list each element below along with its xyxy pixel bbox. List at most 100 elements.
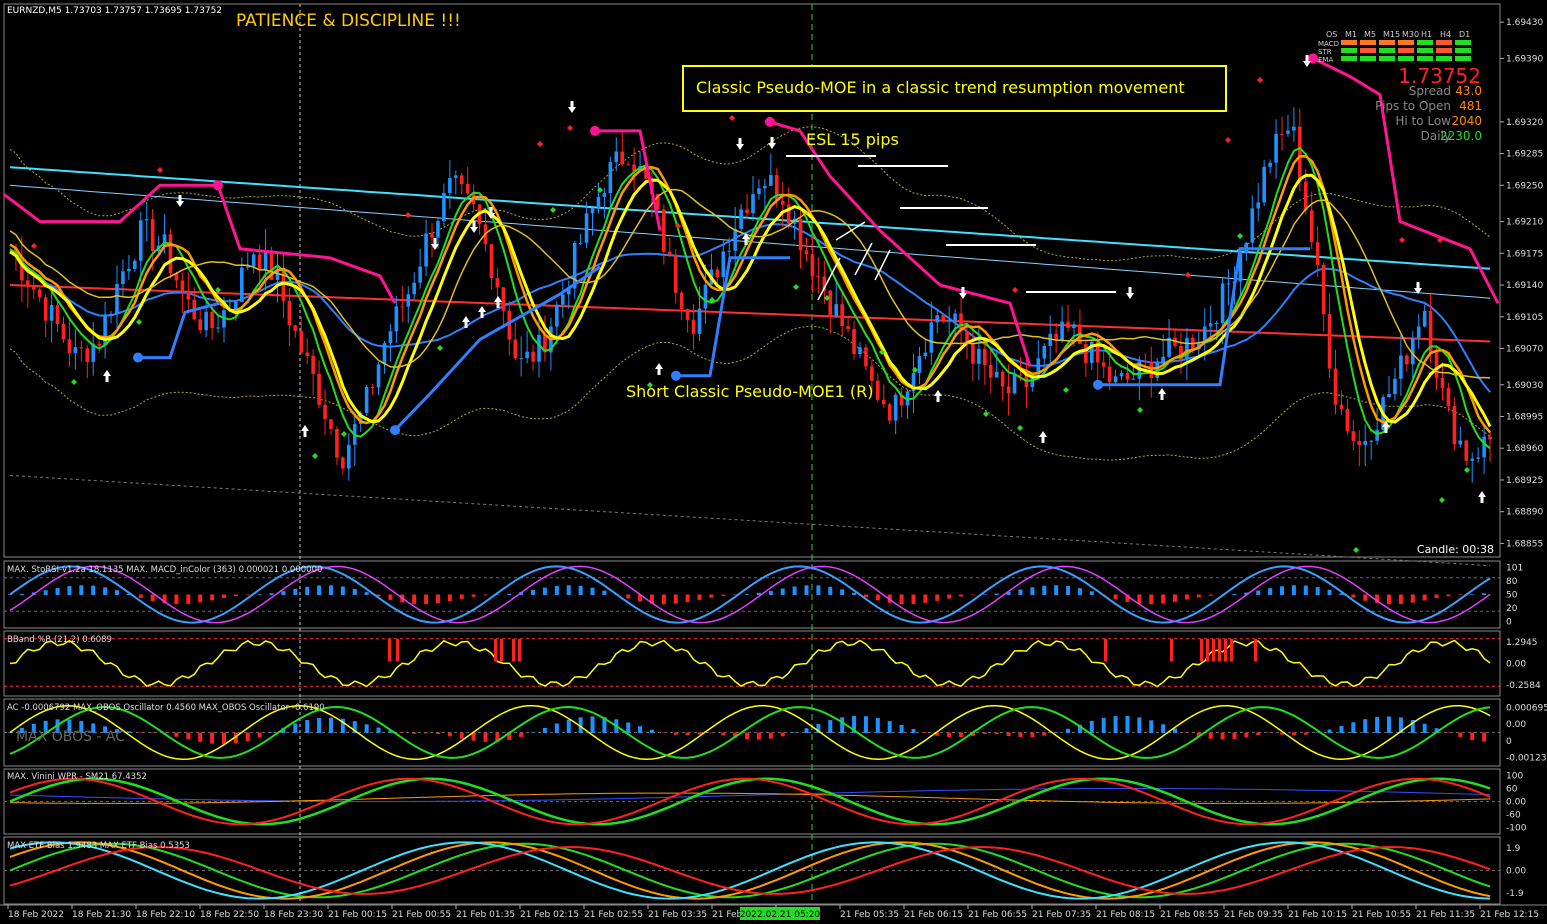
candle-body [757, 188, 761, 195]
y-tick-label: 1.69140 [1506, 281, 1543, 291]
candle-body [1434, 351, 1439, 378]
macd-histogram-bar [745, 594, 750, 595]
candle-body [424, 233, 428, 267]
candle-body [1321, 264, 1326, 315]
macd-histogram-bar [91, 585, 96, 595]
candle-body [138, 220, 143, 261]
bband-breakout-bar [1212, 638, 1215, 662]
wpr-slow-blue [9, 788, 1491, 802]
bband-label: BBand %B (21,2) 0.6089 [7, 635, 112, 645]
candle-body [216, 327, 220, 329]
candle-body [406, 294, 411, 307]
candle-body [465, 184, 470, 194]
annotation-box-text: Classic Pseudo-MOE in a classic trend re… [696, 78, 1185, 97]
macd-histogram-bar [970, 594, 975, 596]
ac-histogram-bar [626, 722, 631, 733]
candle-body [1488, 436, 1492, 440]
candle-body [418, 266, 422, 283]
x-tick-label: 21 Feb 12:15 [1480, 910, 1539, 920]
ac-histogram-bar [911, 729, 916, 733]
signal-diamond [405, 212, 411, 218]
ac-histogram-bar [1101, 717, 1106, 733]
ac-histogram-bar [1303, 732, 1308, 735]
candle-body [376, 364, 381, 388]
ac-histogram-bar [792, 732, 797, 733]
candle-body [67, 339, 72, 354]
ac-histogram-bar [1232, 732, 1237, 740]
ac-histogram-bar [400, 732, 405, 734]
ac-histogram-bar [1006, 732, 1011, 737]
bband-breakout-bar [1170, 638, 1173, 662]
trading-chart-window[interactable]: 1.69430 1.69390 1.69320 1.69285 1.69250 1.692… [0, 0, 1547, 924]
candle-body [1399, 355, 1403, 379]
candle-body [127, 268, 131, 272]
macd-histogram-bar [1173, 594, 1178, 602]
macd-histogram-bar [257, 594, 262, 595]
candle-body [1220, 283, 1225, 323]
buy-arrow-icon [1478, 491, 1486, 503]
candle-body [495, 278, 500, 288]
signal-diamond [1464, 467, 1470, 473]
tf-cell [1455, 48, 1471, 53]
y-tick-label: 1.69070 [1506, 344, 1543, 354]
ac-histogram-bar [519, 732, 524, 737]
tf-cell [1398, 48, 1414, 53]
candle-body [917, 356, 922, 373]
candle-body [887, 404, 892, 421]
ac-histogram-bar [947, 732, 952, 738]
ac-histogram-bar [1089, 720, 1094, 733]
macd-histogram-bar [1410, 594, 1415, 603]
tf-cell [1436, 48, 1452, 53]
tf-cell [1360, 56, 1376, 61]
bband-breakout-bar [500, 638, 503, 662]
macd-histogram-bar [1446, 594, 1451, 597]
candle-body [626, 164, 630, 166]
stop-dot [671, 370, 681, 381]
candle-body [168, 234, 173, 274]
signal-diamond [1063, 387, 1069, 393]
candle-body [1042, 345, 1047, 359]
signal-diamond [597, 187, 603, 193]
candle-body [1066, 321, 1070, 328]
macd-histogram-bar [388, 594, 393, 600]
macd-histogram-bar [1137, 594, 1142, 604]
signal-diamond [1257, 77, 1263, 83]
candle-body [519, 358, 523, 360]
bband-breakout-bar [388, 638, 391, 662]
candle-body [608, 162, 613, 194]
sell-arrow-icon [568, 101, 576, 113]
candle-body [1458, 440, 1463, 445]
candle-body [186, 290, 191, 300]
ac-histogram-bar [1327, 729, 1332, 733]
macd-histogram-bar [483, 594, 488, 596]
candle-body [251, 254, 256, 267]
chart-canvas[interactable]: 1.69430 1.69390 1.69320 1.69285 1.69250 1.692… [0, 0, 1547, 924]
stop-dot [765, 116, 775, 127]
esl-label: ESL 15 pips [806, 130, 899, 149]
info-row-value: 481 [1459, 99, 1482, 113]
signal-diamond [312, 453, 318, 459]
candle-body [685, 309, 690, 320]
y-tick-label: 1.69175 [1506, 249, 1543, 259]
tf-header: H1 [1421, 30, 1432, 39]
candle-body [780, 200, 785, 205]
candle-body [1208, 323, 1213, 327]
info-row-value: 2040 [1451, 114, 1482, 128]
candle-body [1422, 311, 1427, 327]
tf-cell [1379, 56, 1395, 61]
signal-diamond [1353, 547, 1359, 553]
macd-histogram-bar [899, 594, 904, 605]
x-tick-label: 21 Feb 09:35 [1224, 910, 1283, 920]
macd-histogram-bar [1149, 594, 1154, 605]
sell-arrow-icon [736, 138, 744, 150]
candle-body [370, 387, 375, 389]
x-tick-label: 21 Feb 03:35 [648, 910, 707, 920]
candle-body [673, 254, 678, 293]
macd-histogram-bar [471, 594, 476, 597]
macd-histogram-bar [210, 594, 215, 601]
macd-histogram-bar [507, 593, 512, 595]
ac-axis-label: -0.001238 [1506, 754, 1547, 764]
tf-row-label: STR [1318, 48, 1332, 56]
candle-body [798, 218, 803, 251]
candle-body [703, 284, 708, 309]
